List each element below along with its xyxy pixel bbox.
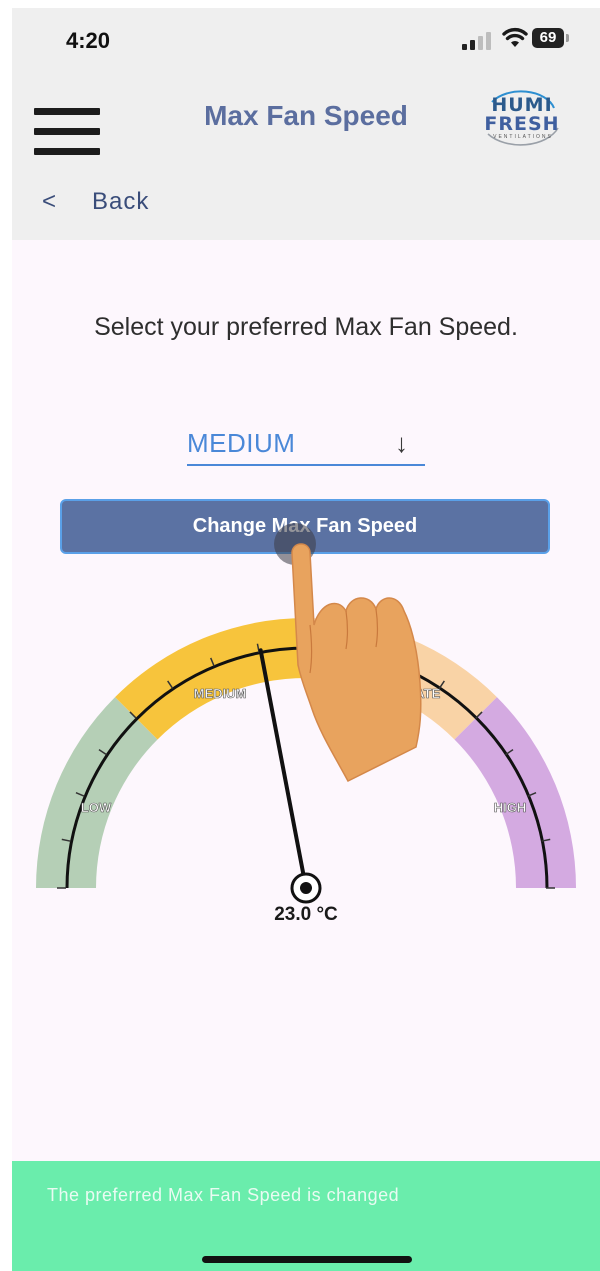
gauge-label-high: HIGH — [494, 800, 527, 815]
gauge-segment-high — [454, 697, 576, 888]
home-indicator — [202, 1256, 412, 1263]
fan-speed-selected-value: MEDIUM — [187, 428, 296, 458]
battery-icon: 69 — [532, 28, 564, 48]
needle-pivot-inner — [300, 882, 312, 894]
humifresh-logo: HUMI FRESH VENTILATIONS — [474, 90, 568, 152]
battery-tip — [566, 34, 569, 42]
gauge-segment-low — [36, 697, 158, 888]
back-label: Back — [92, 188, 150, 215]
success-toast: The preferred Max Fan Speed is changed — [12, 1161, 600, 1271]
status-bar: 4:20 69 — [12, 8, 600, 78]
cellular-signal-icon — [462, 30, 496, 50]
chevron-left-icon: < — [42, 188, 57, 215]
arrow-down-icon: ↓ — [395, 428, 408, 458]
pointing-hand-icon — [291, 543, 422, 782]
logo-text-fresh: FRESH — [484, 113, 560, 135]
status-time: 4:20 — [66, 28, 111, 53]
select-underline — [187, 464, 425, 466]
fan-speed-select[interactable]: MEDIUM ↓ — [187, 426, 425, 468]
logo-text-ventilations: VENTILATIONS — [493, 134, 553, 140]
gauge-segment-medium — [115, 618, 306, 740]
gauge-label-medium: MEDIUM — [194, 686, 247, 701]
gauge-temperature: 23.0 °C — [274, 904, 338, 925]
phone-screen: 4:20 69 Max Fan Speed HUMI FRESH VENTILA… — [12, 8, 600, 1271]
wifi-icon — [502, 27, 528, 47]
app-header: Max Fan Speed HUMI FRESH VENTILATIONS < … — [12, 78, 600, 240]
toast-message: The preferred Max Fan Speed is changed — [47, 1185, 400, 1205]
instruction-text: Select your preferred Max Fan Speed. — [94, 313, 518, 341]
gauge-label-low: LOW — [81, 800, 112, 815]
